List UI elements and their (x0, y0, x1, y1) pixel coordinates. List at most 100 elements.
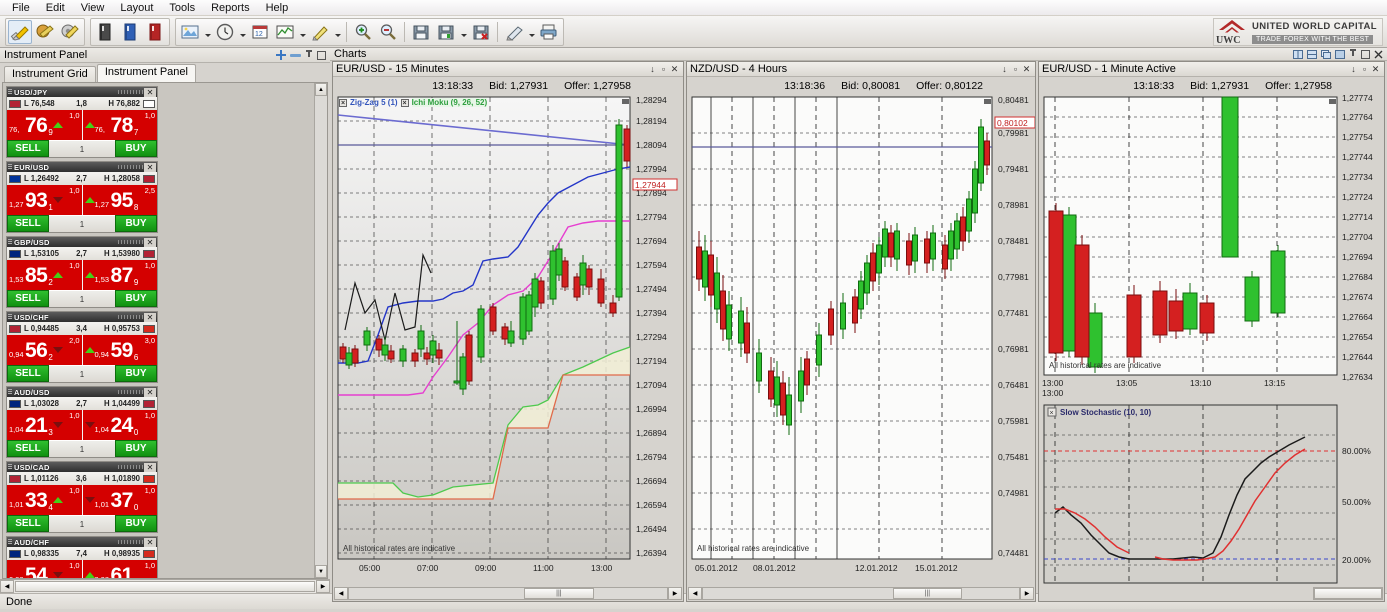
sell-button[interactable]: SELL (7, 365, 49, 382)
paint-tools-icon[interactable] (33, 20, 57, 44)
scroll-left-button[interactable]: ◀ (334, 587, 348, 600)
chevron-down-icon[interactable] (238, 20, 247, 44)
drag-handle[interactable] (8, 89, 12, 95)
book-red-icon[interactable] (143, 20, 167, 44)
tile-bid-price[interactable]: 1,0 1,01 33 4 (7, 485, 82, 515)
close-icon[interactable]: × (400, 98, 409, 107)
drag-handle[interactable] (8, 239, 12, 245)
chart-horizontal-scrollbar-1[interactable]: ◀ ||| ▶ (333, 587, 683, 601)
instrument-tile[interactable]: USD/JPY ✕ L 76,548 1,8 H 76,882 1,0 76, 76 9 76… (6, 86, 158, 158)
sell-button[interactable]: SELL (7, 440, 49, 457)
instrument-tile[interactable]: EUR/USD ✕ L 1,26492 2,7 H 1,28058 1,0 1,27 93 1… (6, 161, 158, 233)
quantity-field[interactable]: 1 (49, 290, 115, 307)
scrollbar-track[interactable]: ||| (702, 587, 1020, 600)
instrument-tile[interactable]: AUD/CHF ✕ L 0,98335 7,4 H 0,98935 1,0 0,98542… (6, 536, 158, 578)
maximize-icon[interactable]: ▫ (1359, 64, 1370, 75)
tile-ask-price[interactable]: 1,01 37 0 1,0 (81, 485, 158, 515)
calendar-icon[interactable]: 12 (248, 20, 272, 44)
close-icon[interactable]: ✕ (144, 87, 156, 97)
scrollbar-thumb[interactable]: ||| (523, 588, 594, 599)
sell-button[interactable]: SELL (7, 515, 49, 532)
chart-plot-area[interactable]: × Zig-Zag 5 (1) × Ichi Moku (9, 26, 52) (333, 95, 683, 587)
chart-horizontal-scrollbar-2[interactable]: ◀ ||| ▶ (687, 587, 1035, 601)
close-icon[interactable]: ✕ (144, 537, 156, 547)
drag-handle[interactable] (8, 314, 12, 320)
menu-item-reports[interactable]: Reports (203, 1, 258, 15)
scroll-right-button[interactable]: ▶ (668, 587, 682, 600)
tile-bid-price[interactable]: 1,0 1,53 85 2 (7, 260, 82, 290)
menu-item-file[interactable]: File (4, 1, 38, 15)
scrollbar-thumb[interactable]: ||| (892, 588, 963, 599)
drag-handle[interactable] (8, 389, 12, 395)
add-icon[interactable] (276, 50, 286, 60)
scroll-right-button[interactable]: ▶ (316, 580, 330, 593)
buy-button[interactable]: BUY (115, 365, 157, 382)
tile-ask-price[interactable]: 1,53 87 9 1,0 (81, 260, 158, 290)
tile-ask-price[interactable]: 76, 78 7 1,0 (81, 110, 158, 140)
maximize-icon[interactable]: ▫ (1010, 64, 1021, 75)
tile-bid-price[interactable]: 1,0 76, 76 9 (7, 110, 82, 140)
tile-bid-price[interactable]: 2,0 0,94 56 2 (7, 335, 82, 365)
chevron-down-icon[interactable] (459, 20, 468, 44)
menu-item-view[interactable]: View (73, 1, 113, 15)
menu-item-edit[interactable]: Edit (38, 1, 73, 15)
zoom-in-icon[interactable] (351, 20, 375, 44)
minimize-icon[interactable]: ↓ (999, 64, 1010, 75)
minimize-icon[interactable]: ↓ (647, 64, 658, 75)
chevron-down-icon[interactable] (298, 20, 307, 44)
chart-image-icon[interactable] (178, 20, 202, 44)
scroll-down-button[interactable]: ▼ (315, 565, 327, 578)
instrument-tile[interactable]: USD/CAD ✕ L 1,01126 3,6 H 1,01890 1,0 1,01 33 4… (6, 461, 158, 533)
maximize-icon[interactable] (317, 50, 326, 60)
book-blue-icon[interactable] (118, 20, 142, 44)
buy-button[interactable]: BUY (115, 140, 157, 157)
tab-instrument-panel[interactable]: Instrument Panel (96, 64, 196, 82)
clock-icon[interactable] (213, 20, 237, 44)
buy-button[interactable]: BUY (115, 290, 157, 307)
chevron-down-icon[interactable] (203, 20, 212, 44)
chart-plot-area[interactable]: All historical rates are indicative 1,27… (1039, 95, 1384, 587)
scrollbar-track[interactable] (1313, 587, 1383, 600)
close-icon[interactable]: ✕ (144, 237, 156, 247)
buy-button[interactable]: BUY (115, 515, 157, 532)
maximize-icon[interactable] (1361, 49, 1370, 59)
close-icon[interactable]: ✕ (144, 312, 156, 322)
scroll-left-button[interactable]: ◀ (688, 587, 702, 600)
close-icon[interactable]: ✕ (144, 462, 156, 472)
tile-ask-price[interactable]: 1,27 95 8 2,5 (81, 185, 158, 215)
instrument-tile[interactable]: AUD/USD ✕ L 1,03028 2,7 H 1,04499 1,0 1,04 21 3… (6, 386, 158, 458)
drag-handle[interactable] (8, 539, 12, 545)
drag-handle[interactable] (8, 164, 12, 170)
gear-pencil-icon[interactable] (58, 20, 82, 44)
quantity-field[interactable]: 1 (49, 515, 115, 532)
tile-bid-price[interactable]: 1,0 0,98542 (7, 560, 82, 578)
menu-item-tools[interactable]: Tools (161, 1, 203, 15)
sell-button[interactable]: SELL (7, 140, 49, 157)
pin-icon[interactable] (1349, 49, 1357, 59)
tile-bid-price[interactable]: 1,0 1,04 21 3 (7, 410, 82, 440)
menu-item-help[interactable]: Help (258, 1, 297, 15)
scrollbar-thumb[interactable] (15, 581, 315, 592)
sell-button[interactable]: SELL (7, 215, 49, 232)
drag-handle[interactable] (8, 464, 12, 470)
tile-ask-price[interactable]: 0,94 59 6 3,0 (81, 335, 158, 365)
scrollbar-track[interactable]: ||| (348, 587, 668, 600)
eraser-icon[interactable] (502, 20, 526, 44)
sell-button[interactable]: SELL (7, 290, 49, 307)
print-icon[interactable] (537, 20, 561, 44)
tile-ask-price[interactable]: 1,04 24 0 1,0 (81, 410, 158, 440)
close-icon[interactable]: ✕ (144, 162, 156, 172)
save-delete-icon[interactable] (469, 20, 493, 44)
quantity-field[interactable]: 1 (49, 140, 115, 157)
quantity-field[interactable]: 1 (49, 365, 115, 382)
scroll-left-button[interactable]: ◀ (0, 580, 14, 593)
tile-ask-price[interactable]: 0,986161,0 (81, 560, 158, 578)
instrument-panel-vertical-scrollbar[interactable]: ▲ ▼ (314, 83, 327, 578)
chevron-down-icon[interactable] (527, 20, 536, 44)
tab-instrument-grid[interactable]: Instrument Grid (4, 66, 96, 82)
scrollbar-thumb[interactable] (1314, 588, 1382, 599)
line-chart-icon[interactable] (273, 20, 297, 44)
zoom-out-icon[interactable] (376, 20, 400, 44)
minimize-icon[interactable]: ↓ (1348, 64, 1359, 75)
pencil-yellow-icon[interactable] (8, 19, 32, 44)
